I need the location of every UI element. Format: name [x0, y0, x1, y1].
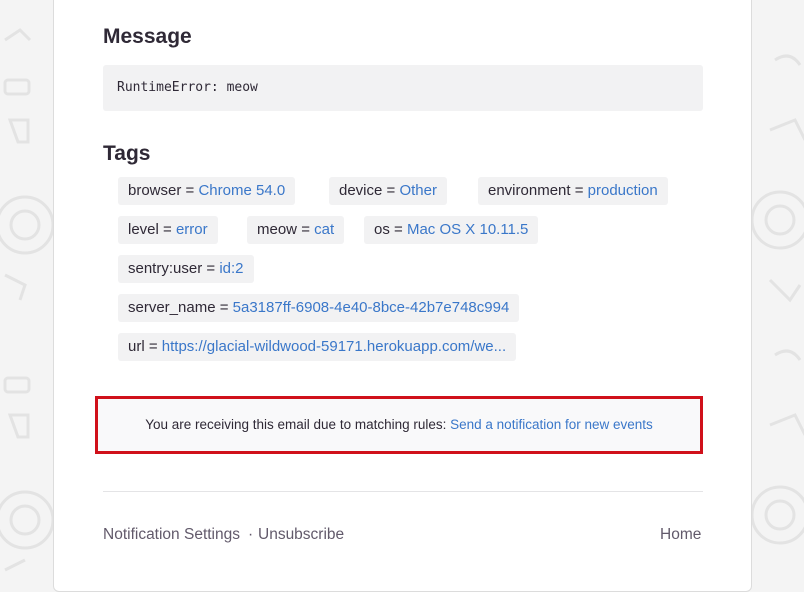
tag-value-link[interactable]: cat: [314, 221, 334, 238]
tag-value-link[interactable]: Other: [399, 182, 437, 199]
tag-value-link[interactable]: production: [588, 182, 658, 199]
tag-value-link[interactable]: 5a3187ff-6908-4e40-8bce-42b7e748c994: [233, 299, 510, 316]
message-title: Message: [103, 25, 192, 48]
tag-equals: =: [148, 338, 158, 355]
tag-value-link[interactable]: id:2: [219, 260, 243, 277]
email-card: Message RuntimeError: meow Tags browser …: [53, 0, 752, 592]
footer-separator: ·: [248, 526, 254, 543]
tag-key: environment: [488, 182, 571, 199]
unsubscribe-link[interactable]: Unsubscribe: [258, 526, 344, 544]
tag-key: sentry:user: [128, 260, 203, 277]
tag-value-link[interactable]: https://glacial-wildwood-59171.herokuapp…: [162, 338, 506, 355]
tag-equals: =: [574, 182, 584, 199]
tags-title: Tags: [103, 142, 151, 165]
tag-key: os: [374, 221, 390, 238]
tag-equals: =: [219, 299, 229, 316]
home-link[interactable]: Home: [660, 526, 701, 544]
tag-device: device = Other: [329, 177, 447, 205]
tag-equals: =: [394, 221, 403, 238]
tag-key: url: [128, 338, 145, 355]
tag-key: meow: [257, 221, 298, 238]
notice-text: You are receiving this email due to matc…: [145, 417, 447, 432]
tag-value-link[interactable]: Chrome 54.0: [198, 182, 285, 199]
tag-meow: meow = cat: [247, 216, 345, 244]
tag-environment: environment = production: [478, 177, 668, 205]
tag-value-link[interactable]: error: [176, 221, 208, 238]
tag-equals: =: [185, 182, 195, 199]
tag-level: level = error: [118, 216, 218, 244]
tag-url: url = https://glacial-wildwood-59171.her…: [118, 333, 517, 361]
tag-sentry-user: sentry:user = id:2: [118, 255, 254, 283]
tag-browser: browser = Chrome 54.0: [118, 177, 296, 205]
tag-value-link[interactable]: Mac OS X 10.11.5: [407, 221, 528, 238]
tag-os: os = Mac OS X 10.11.5: [364, 216, 539, 244]
tag-equals: =: [301, 221, 310, 238]
tag-key: server_name: [128, 299, 216, 316]
tag-key: level: [128, 221, 159, 238]
tag-equals: =: [163, 221, 172, 238]
notification-settings-link[interactable]: Notification Settings: [103, 526, 240, 544]
footer-divider: [103, 491, 703, 492]
tag-equals: =: [206, 260, 216, 277]
matching-rules-notice: You are receiving this email due to matc…: [95, 396, 703, 454]
message-text: RuntimeError: meow: [117, 80, 258, 95]
tag-key: browser: [128, 182, 182, 199]
message-box: RuntimeError: meow: [103, 65, 703, 111]
tag-equals: =: [386, 182, 396, 199]
tag-key: device: [339, 182, 383, 199]
rule-link[interactable]: Send a notification for new events: [450, 417, 653, 432]
tag-server-name: server_name = 5a3187ff-6908-4e40-8bce-42…: [118, 294, 520, 322]
